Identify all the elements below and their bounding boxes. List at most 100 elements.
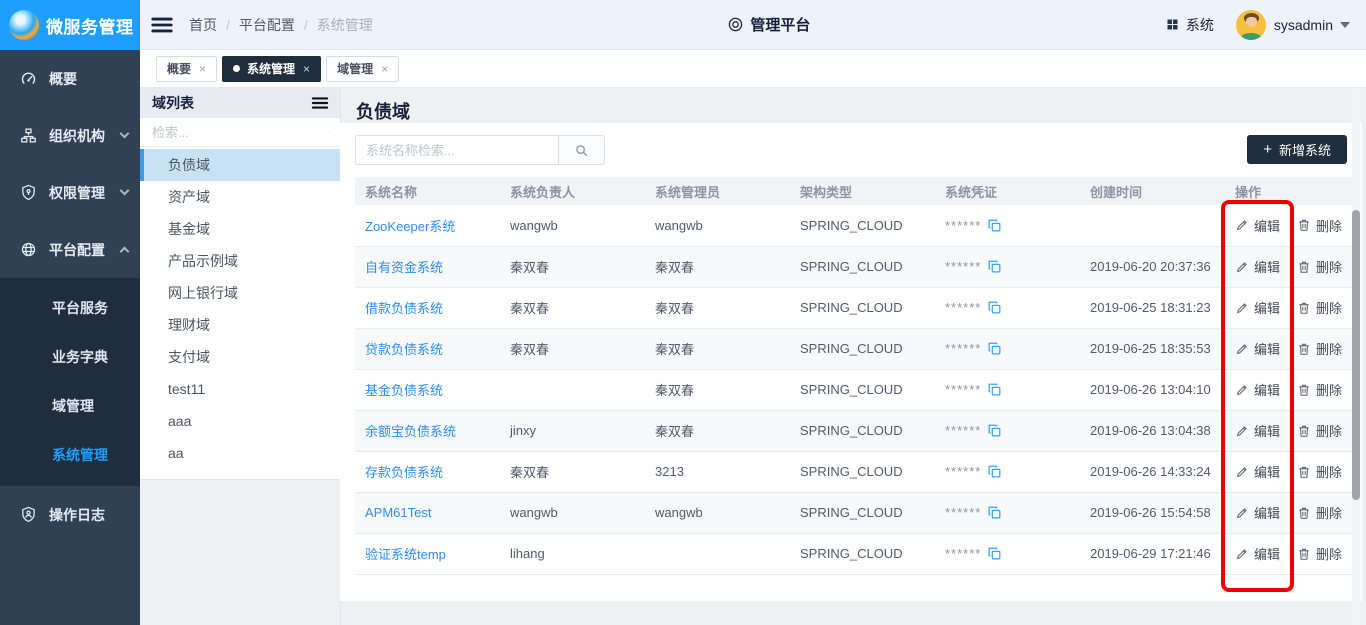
delete-button[interactable]: 删除 xyxy=(1297,216,1342,235)
copy-icon[interactable] xyxy=(987,464,1002,479)
domain-list-item[interactable]: 支付域 xyxy=(140,341,340,373)
domain-search-input[interactable] xyxy=(142,125,328,140)
sidebar-item-operation-log[interactable]: 操作日志 xyxy=(0,486,140,543)
column-header: 操作 xyxy=(1225,177,1352,205)
credential-mask: ****** xyxy=(945,382,981,397)
search-button[interactable] xyxy=(558,135,605,165)
edit-button[interactable]: 编辑 xyxy=(1235,298,1280,317)
sidebar-subitem-domain-mgmt[interactable]: 域管理 xyxy=(0,382,140,431)
system-name-cell: ZooKeeper系统 xyxy=(355,205,500,246)
scrollbar-thumb[interactable] xyxy=(1352,210,1360,500)
delete-button[interactable]: 删除 xyxy=(1297,298,1342,317)
sidebar-subitem-platform-service[interactable]: 平台服务 xyxy=(0,284,140,333)
delete-button[interactable]: 删除 xyxy=(1297,503,1342,522)
sidebar-item-overview[interactable]: 概要 xyxy=(0,50,140,107)
workspace-label[interactable]: 系统 xyxy=(1186,15,1214,35)
edit-button[interactable]: 编辑 xyxy=(1235,421,1280,440)
delete-label: 删除 xyxy=(1316,216,1342,235)
copy-icon[interactable] xyxy=(987,259,1002,274)
add-system-label: 新增系统 xyxy=(1279,140,1331,159)
actions-cell: 编辑删除 xyxy=(1225,410,1352,451)
close-icon[interactable]: × xyxy=(381,62,388,76)
copy-icon[interactable] xyxy=(987,218,1002,233)
domain-list-item[interactable]: aa xyxy=(140,437,340,469)
close-icon[interactable]: × xyxy=(303,62,310,76)
menu-collapse-icon[interactable] xyxy=(149,12,175,38)
row-actions: 编辑删除 xyxy=(1235,503,1352,522)
system-name-link[interactable]: ZooKeeper系统 xyxy=(365,219,455,234)
delete-button[interactable]: 删除 xyxy=(1297,257,1342,276)
domain-panel-menu-icon[interactable] xyxy=(310,93,330,113)
username[interactable]: sysadmin xyxy=(1274,17,1333,33)
copy-icon[interactable] xyxy=(987,546,1002,561)
breadcrumb-item[interactable]: 首页 xyxy=(189,15,217,35)
domain-list-item[interactable]: test11 xyxy=(140,373,340,405)
active-dot-icon xyxy=(233,65,240,72)
sidebar-subitem-business-dict[interactable]: 业务字典 xyxy=(0,333,140,382)
edit-button[interactable]: 编辑 xyxy=(1235,257,1280,276)
domain-list-item[interactable]: 理财域 xyxy=(140,309,340,341)
system-search-input[interactable] xyxy=(355,135,558,165)
delete-button[interactable]: 删除 xyxy=(1297,339,1342,358)
delete-button[interactable]: 删除 xyxy=(1297,380,1342,399)
row-actions: 编辑 删除 xyxy=(1235,216,1352,235)
created-time-cell: 2019-06-26 13:04:38 xyxy=(1080,410,1225,451)
delete-button[interactable]: 删除 xyxy=(1297,421,1342,440)
edit-button[interactable]: 编辑 xyxy=(1235,544,1280,563)
system-name-link[interactable]: 存款负债系统 xyxy=(365,465,443,480)
system-name-link[interactable]: APM61Test xyxy=(365,505,431,520)
sidebar-item-organization[interactable]: 组织机构 xyxy=(0,107,140,164)
breadcrumb: 首页/平台配置/系统管理 xyxy=(189,15,373,35)
system-name-link[interactable]: 验证系统temp xyxy=(365,547,446,562)
tab-system-mgmt[interactable]: 系统管理× xyxy=(222,56,321,82)
scrollbar-track[interactable] xyxy=(1352,88,1360,625)
workspace-grid-icon[interactable] xyxy=(1165,17,1180,32)
domain-list-item[interactable]: 网上银行域 xyxy=(140,277,340,309)
sidebar-item-permission[interactable]: 权限管理 xyxy=(0,164,140,221)
avatar[interactable] xyxy=(1236,10,1266,40)
edit-button[interactable]: 编辑 xyxy=(1235,503,1280,522)
system-name-link[interactable]: 贷款负债系统 xyxy=(365,342,443,357)
copy-icon[interactable] xyxy=(987,423,1002,438)
tab-overview[interactable]: 概要× xyxy=(156,56,217,82)
system-name-link[interactable]: 余额宝负债系统 xyxy=(365,424,456,439)
user-menu-caret-icon[interactable] xyxy=(1340,22,1350,28)
tab-domain-mgmt[interactable]: 域管理× xyxy=(326,56,399,82)
sidebar-item-platform-config[interactable]: 平台配置 xyxy=(0,221,140,278)
app-logo[interactable]: 微服务管理 xyxy=(0,0,140,50)
created-time-cell: 2019-06-20 20:37:36 xyxy=(1080,246,1225,287)
system-name-cell: 存款负债系统 xyxy=(355,451,500,492)
close-icon[interactable]: × xyxy=(199,62,206,76)
copy-icon[interactable] xyxy=(987,341,1002,356)
credential-cell: ****** xyxy=(935,533,1080,574)
add-system-button[interactable]: + 新增系统 xyxy=(1247,135,1347,164)
content-panel: + 新增系统 系统名称系统负责人系统管理员架构类型系统凭证创建时间操作 ZooK… xyxy=(340,123,1362,601)
copy-icon[interactable] xyxy=(987,300,1002,315)
domain-list-item[interactable]: aaa xyxy=(140,405,340,437)
domain-list-item[interactable]: 产品示例域 xyxy=(140,245,340,277)
sidebar-subitem-system-mgmt[interactable]: 系统管理 xyxy=(0,431,140,480)
pencil-icon xyxy=(1235,424,1249,438)
breadcrumb-item[interactable]: 平台配置 xyxy=(239,15,295,35)
credential-cell: ****** xyxy=(935,246,1080,287)
system-name-link[interactable]: 基金负债系统 xyxy=(365,383,443,398)
credential-cell: ****** xyxy=(935,205,1080,246)
edit-button[interactable]: 编辑 xyxy=(1235,216,1280,235)
delete-button[interactable]: 删除 xyxy=(1297,462,1342,481)
copy-icon[interactable] xyxy=(987,382,1002,397)
edit-button[interactable]: 编辑 xyxy=(1235,339,1280,358)
domain-list-item[interactable]: 资产域 xyxy=(140,181,340,213)
copy-icon[interactable] xyxy=(987,505,1002,520)
chevron-up-icon xyxy=(120,247,130,257)
system-name-cell: APM61Test xyxy=(355,492,500,533)
system-name-link[interactable]: 自有资金系统 xyxy=(365,260,443,275)
system-name-link[interactable]: 借款负债系统 xyxy=(365,301,443,316)
delete-button[interactable]: 删除 xyxy=(1297,544,1342,563)
domain-list-item[interactable]: 负债域 xyxy=(140,149,340,181)
credential-cell: ****** xyxy=(935,369,1080,410)
domain-list-item[interactable]: 基金域 xyxy=(140,213,340,245)
edit-button[interactable]: 编辑 xyxy=(1235,462,1280,481)
edit-button[interactable]: 编辑 xyxy=(1235,380,1280,399)
search-icon[interactable] xyxy=(328,125,330,139)
credential-cell: ****** xyxy=(935,451,1080,492)
